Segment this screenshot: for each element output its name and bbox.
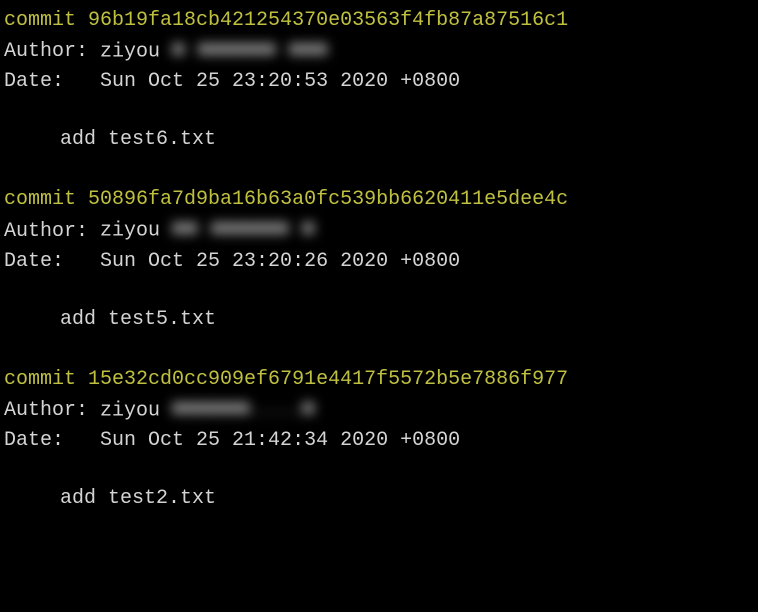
author-label: Author: xyxy=(4,217,88,247)
date-label: Date: xyxy=(4,247,64,277)
commit-entry: commit 15e32cd0cc909ef6791e4417f5572b5e7… xyxy=(4,365,754,514)
author-email-obscured: ■■■■■■....■ xyxy=(172,395,315,425)
date-line: Date: Sun Oct 25 21:42:34 2020 +0800 xyxy=(4,426,754,456)
commit-entry: commit 50896fa7d9ba16b63a0fc539bb6620411… xyxy=(4,185,754,334)
commit-message: add test6.txt xyxy=(4,125,754,155)
author-line: Author: ziyou ■ ■■■■■■ ■■■ xyxy=(4,36,754,67)
date-label: Date: xyxy=(4,67,64,97)
date-label: Date: xyxy=(4,426,64,456)
commit-hash-line: commit 15e32cd0cc909ef6791e4417f5572b5e7… xyxy=(4,365,754,395)
commit-message: add test2.txt xyxy=(4,484,754,514)
author-email-obscured: ■ ■■■■■■ ■■■ xyxy=(172,36,328,66)
commit-label: commit xyxy=(4,188,76,211)
date-line: Date: Sun Oct 25 23:20:53 2020 +0800 xyxy=(4,67,754,97)
date-value: Sun Oct 25 23:20:53 2020 +0800 xyxy=(100,70,460,93)
author-line: Author: ziyou ■■■■■■....■ xyxy=(4,395,754,426)
commit-label: commit xyxy=(4,9,76,32)
terminal-output: commit 96b19fa18cb421254370e03563f4fb87a… xyxy=(4,6,754,514)
author-label: Author: xyxy=(4,37,88,67)
author-name: ziyou xyxy=(100,399,160,422)
commit-hash-line: commit 50896fa7d9ba16b63a0fc539bb6620411… xyxy=(4,185,754,215)
commit-label: commit xyxy=(4,368,76,391)
author-line: Author: ziyou ■■ ■■■■■■ ■ xyxy=(4,215,754,246)
author-label: Author: xyxy=(4,396,88,426)
author-email-obscured: ■■ ■■■■■■ ■ xyxy=(172,215,315,245)
author-name: ziyou xyxy=(100,40,160,63)
commit-hash-line: commit 96b19fa18cb421254370e03563f4fb87a… xyxy=(4,6,754,36)
author-name: ziyou xyxy=(100,220,160,243)
date-value: Sun Oct 25 23:20:26 2020 +0800 xyxy=(100,250,460,273)
date-value: Sun Oct 25 21:42:34 2020 +0800 xyxy=(100,429,460,452)
commit-hash: 96b19fa18cb421254370e03563f4fb87a87516c1 xyxy=(88,9,568,32)
date-line: Date: Sun Oct 25 23:20:26 2020 +0800 xyxy=(4,247,754,277)
commit-entry: commit 96b19fa18cb421254370e03563f4fb87a… xyxy=(4,6,754,155)
commit-hash: 15e32cd0cc909ef6791e4417f5572b5e7886f977 xyxy=(88,368,568,391)
commit-hash: 50896fa7d9ba16b63a0fc539bb6620411e5dee4c xyxy=(88,188,568,211)
commit-message: add test5.txt xyxy=(4,305,754,335)
